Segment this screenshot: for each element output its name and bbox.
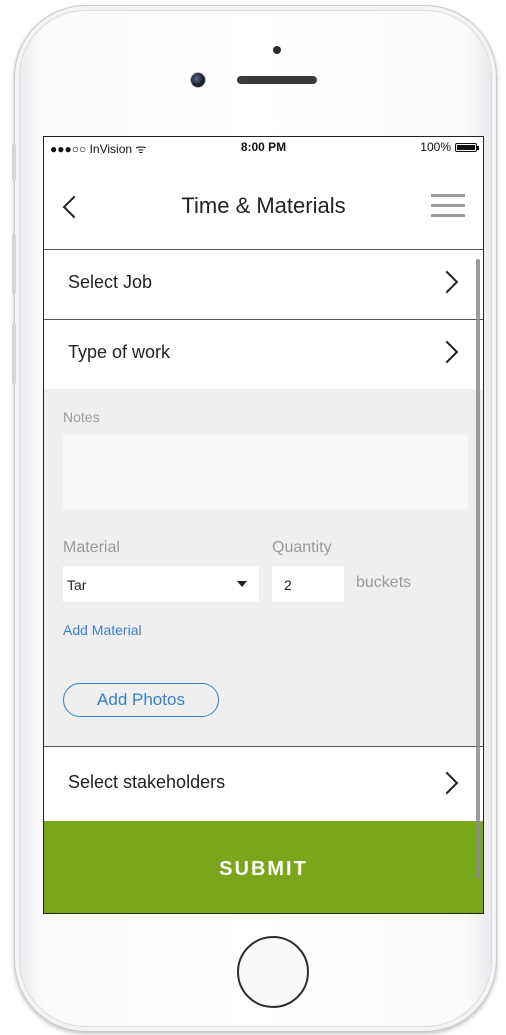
submit-button[interactable]: SUBMIT <box>44 821 483 913</box>
proximity-sensor <box>273 46 281 54</box>
notes-field[interactable] <box>63 434 468 510</box>
battery-icon <box>455 142 479 152</box>
app-screen: ●●●○○ InVision ᯤ 8:00 PM 100% Time & Mat… <box>43 136 484 914</box>
status-time: 8:00 PM <box>240 140 287 154</box>
material-value: Tar <box>67 577 87 593</box>
home-button[interactable] <box>237 936 309 1008</box>
battery-status: 100% <box>420 140 479 154</box>
add-photos-button[interactable]: Add Photos <box>63 683 219 717</box>
add-material-link[interactable]: Add Material <box>63 622 142 638</box>
select-job-row[interactable]: Select Job <box>44 249 483 318</box>
page-title: Time & Materials <box>181 193 346 218</box>
type-of-work-row[interactable]: Type of work <box>44 319 483 388</box>
quantity-label: Quantity <box>272 539 332 556</box>
material-label: Material <box>63 539 120 556</box>
chevron-right-icon <box>435 340 459 364</box>
dropdown-caret-icon <box>237 581 247 587</box>
earpiece-speaker <box>237 76 317 84</box>
quantity-input[interactable]: 2 <box>272 566 344 602</box>
mute-switch <box>12 144 16 180</box>
quantity-value: 2 <box>284 577 292 593</box>
front-camera <box>190 72 206 88</box>
volume-down-button <box>12 324 16 384</box>
hamburger-menu-icon[interactable] <box>431 194 465 217</box>
scrollbar[interactable] <box>476 259 480 879</box>
chevron-right-icon <box>435 270 459 294</box>
nav-bar: Time & Materials <box>44 157 483 249</box>
battery-percent: 100% <box>420 140 451 154</box>
material-dropdown[interactable]: Tar <box>63 566 259 602</box>
notes-label: Notes <box>63 409 100 425</box>
chevron-right-icon <box>435 771 459 795</box>
quantity-unit: buckets <box>356 574 412 591</box>
select-stakeholders-label: Select stakeholders <box>68 772 226 792</box>
status-bar: ●●●○○ InVision ᯤ 8:00 PM 100% <box>44 137 483 157</box>
details-form: Notes Material Quantity Tar 2 buckets Ad… <box>44 389 483 746</box>
volume-up-button <box>12 234 16 294</box>
select-stakeholders-row[interactable]: Select stakeholders <box>44 746 483 821</box>
select-job-label: Select Job <box>68 272 153 292</box>
type-of-work-label: Type of work <box>68 342 171 362</box>
